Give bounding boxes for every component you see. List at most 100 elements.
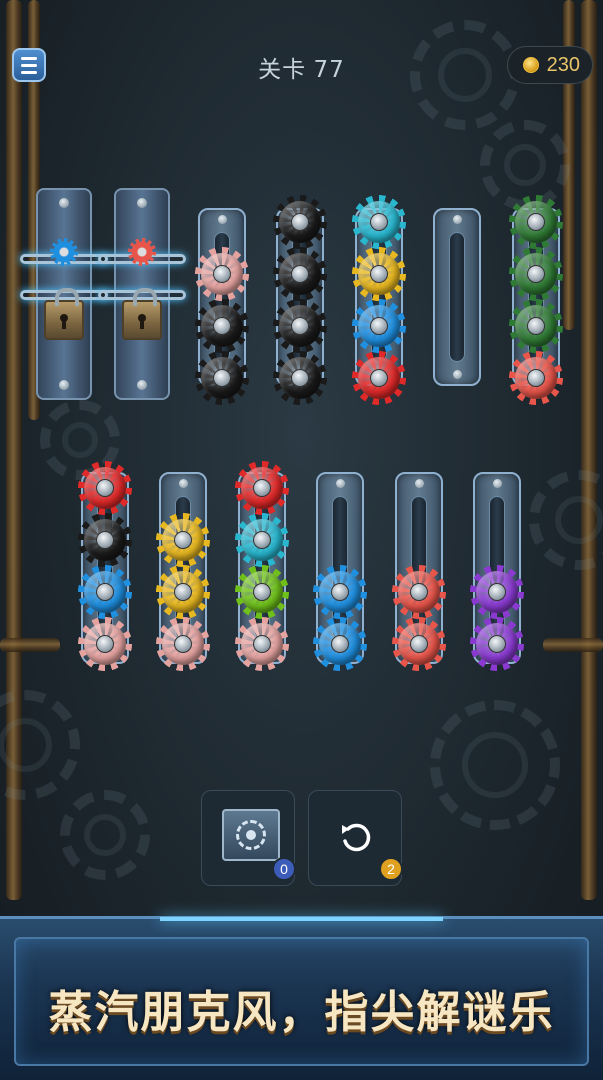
locked-column[interactable] xyxy=(98,188,186,400)
screw-icon xyxy=(452,370,462,379)
gear-bolt-icon xyxy=(253,531,271,549)
gear-bolt-icon xyxy=(370,317,388,335)
screw-icon xyxy=(178,479,188,488)
level-label: 关卡 xyxy=(258,57,307,83)
gear-bolt-icon xyxy=(213,317,231,335)
gear-blue[interactable] xyxy=(78,565,132,619)
screw-icon xyxy=(335,479,345,488)
gear-bolt-icon xyxy=(213,265,231,283)
coin-count: 230 xyxy=(546,53,580,76)
bg-gear-icon xyxy=(60,790,150,880)
gear-yellow[interactable] xyxy=(352,247,406,301)
gear-bolt-icon xyxy=(370,369,388,387)
gear-bolt-icon xyxy=(174,583,192,601)
coin-icon xyxy=(522,57,539,73)
screw-icon xyxy=(59,380,69,390)
gear-bolt-icon xyxy=(370,265,388,283)
gear-bolt-icon xyxy=(174,531,192,549)
vault-icon xyxy=(222,809,280,861)
gear-bolt-icon xyxy=(488,583,506,601)
screw-icon xyxy=(414,479,424,488)
gear-bolt-icon xyxy=(96,635,114,653)
padlock-icon xyxy=(122,288,162,340)
gear-coral[interactable] xyxy=(392,565,446,619)
gear-red[interactable] xyxy=(352,351,406,405)
gear-blue[interactable] xyxy=(313,617,367,671)
gear-blue[interactable] xyxy=(352,299,406,353)
coin-counter[interactable]: 230 xyxy=(507,46,593,84)
gear-bolt-icon xyxy=(410,583,428,601)
screw-icon xyxy=(137,380,147,390)
gear-bolt-icon xyxy=(370,213,388,231)
gear-yellow[interactable] xyxy=(156,513,210,567)
pipe-elbow-right xyxy=(543,638,603,652)
promo-banner-text: 蒸汽朋克风，指尖解谜乐 xyxy=(48,987,555,1038)
gear-coral[interactable] xyxy=(509,351,563,405)
locked-gear-preview xyxy=(128,238,156,266)
gear-black[interactable] xyxy=(273,247,327,301)
pipe-elbow-left xyxy=(0,638,60,652)
gear-bolt-icon xyxy=(527,265,545,283)
gear-column[interactable] xyxy=(433,208,481,386)
gear-bolt-icon xyxy=(253,583,271,601)
gear-bolt-icon xyxy=(253,635,271,653)
gear-purple[interactable] xyxy=(470,617,524,671)
bg-gear-icon xyxy=(430,700,560,830)
gear-bolt-icon xyxy=(213,369,231,387)
bg-gear-icon xyxy=(529,470,603,570)
gear-red[interactable] xyxy=(78,461,132,515)
gear-yellow[interactable] xyxy=(156,565,210,619)
gear-bolt-icon xyxy=(96,583,114,601)
screw-icon xyxy=(452,215,462,224)
locked-gear-preview xyxy=(50,238,78,266)
vault-count-badge: 0 xyxy=(272,857,296,881)
gear-black[interactable] xyxy=(273,299,327,353)
gear-green[interactable] xyxy=(509,247,563,301)
gear-bolt-icon xyxy=(253,479,271,497)
undo-button[interactable]: 2 xyxy=(308,790,403,886)
level-number: 77 xyxy=(313,57,345,83)
gear-bolt-icon xyxy=(96,479,114,497)
gear-bolt-icon xyxy=(291,213,309,231)
bg-gear-icon xyxy=(0,690,80,800)
screw-icon xyxy=(492,479,502,488)
gear-bolt-icon xyxy=(96,531,114,549)
vault-tool-button[interactable]: 0 xyxy=(201,790,296,886)
gear-bolt-icon xyxy=(291,265,309,283)
gear-purple[interactable] xyxy=(470,565,524,619)
gear-black[interactable] xyxy=(273,195,327,249)
gear-blue[interactable] xyxy=(313,565,367,619)
pipe-right xyxy=(581,0,597,900)
undo-icon xyxy=(342,823,371,852)
gear-bolt-icon xyxy=(410,635,428,653)
gear-bolt-icon xyxy=(527,317,545,335)
gear-cyan[interactable] xyxy=(235,513,289,567)
gear-pink[interactable] xyxy=(156,617,210,671)
gear-bolt-icon xyxy=(331,635,349,653)
gear-black[interactable] xyxy=(195,299,249,353)
gear-green[interactable] xyxy=(509,299,563,353)
gear-black[interactable] xyxy=(273,351,327,405)
gear-coral[interactable] xyxy=(392,617,446,671)
gear-black[interactable] xyxy=(195,351,249,405)
undo-count-badge: 2 xyxy=(379,857,403,881)
gear-pink[interactable] xyxy=(78,617,132,671)
screw-icon xyxy=(217,215,227,224)
padlock-icon xyxy=(44,288,84,340)
gear-bolt-icon xyxy=(174,635,192,653)
gear-green[interactable] xyxy=(509,195,563,249)
gear-cyan[interactable] xyxy=(352,195,406,249)
gear-bolt-icon xyxy=(527,369,545,387)
gear-bolt-icon xyxy=(331,583,349,601)
gear-bolt-icon xyxy=(527,213,545,231)
gear-lime[interactable] xyxy=(235,565,289,619)
gear-bolt-icon xyxy=(488,635,506,653)
gear-pink[interactable] xyxy=(195,247,249,301)
locked-column[interactable] xyxy=(20,188,108,400)
gear-red[interactable] xyxy=(235,461,289,515)
gear-pink[interactable] xyxy=(235,617,289,671)
gear-bolt-icon xyxy=(291,317,309,335)
gear-bolt-icon xyxy=(291,369,309,387)
gear-black[interactable] xyxy=(78,513,132,567)
screw-icon xyxy=(59,198,69,208)
